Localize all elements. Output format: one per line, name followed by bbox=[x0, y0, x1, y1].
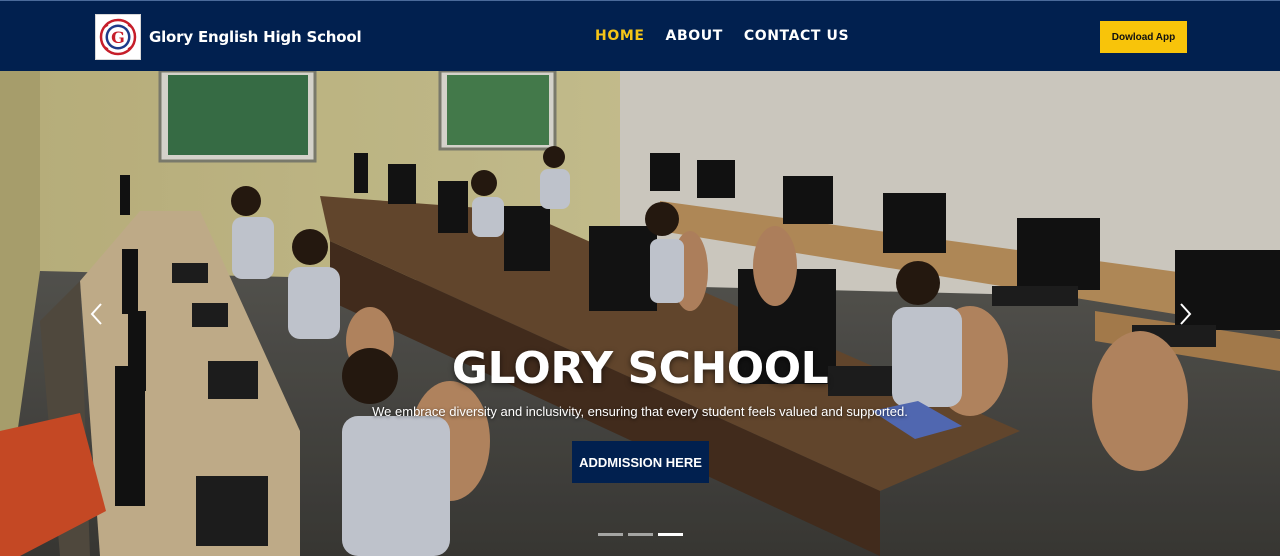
hero-overlay bbox=[0, 71, 1280, 556]
top-navbar: G Glory English High School HOME ABOUT C… bbox=[0, 0, 1280, 71]
main-nav: HOME ABOUT CONTACT US bbox=[595, 28, 870, 44]
carousel-prev-button[interactable] bbox=[82, 299, 112, 329]
carousel-indicator-1[interactable] bbox=[598, 533, 623, 536]
brand-name[interactable]: Glory English High School bbox=[149, 28, 362, 46]
nav-link-about[interactable]: ABOUT bbox=[666, 28, 723, 44]
school-emblem-icon: G bbox=[99, 18, 137, 56]
chevron-right-icon bbox=[1180, 303, 1192, 325]
brand[interactable]: G Glory English High School bbox=[95, 14, 362, 60]
nav-link-contact-us[interactable]: CONTACT US bbox=[744, 28, 849, 44]
nav-link-home[interactable]: HOME bbox=[595, 28, 645, 44]
school-logo: G bbox=[95, 14, 141, 60]
carousel-indicators bbox=[598, 533, 688, 536]
carousel-next-button[interactable] bbox=[1170, 299, 1200, 329]
download-app-button[interactable]: Dowload App bbox=[1100, 21, 1187, 53]
logo-letter: G bbox=[111, 28, 125, 47]
admission-button[interactable]: ADDMISSION HERE bbox=[572, 441, 709, 483]
hero-title: GLORY SCHOOL bbox=[451, 343, 829, 394]
carousel-indicator-2[interactable] bbox=[628, 533, 653, 536]
hero-carousel: GLORY SCHOOL We embrace diversity and in… bbox=[0, 71, 1280, 556]
hero-subtitle: We embrace diversity and inclusivity, en… bbox=[372, 404, 908, 419]
carousel-indicator-3[interactable] bbox=[658, 533, 683, 536]
chevron-left-icon bbox=[90, 303, 102, 325]
